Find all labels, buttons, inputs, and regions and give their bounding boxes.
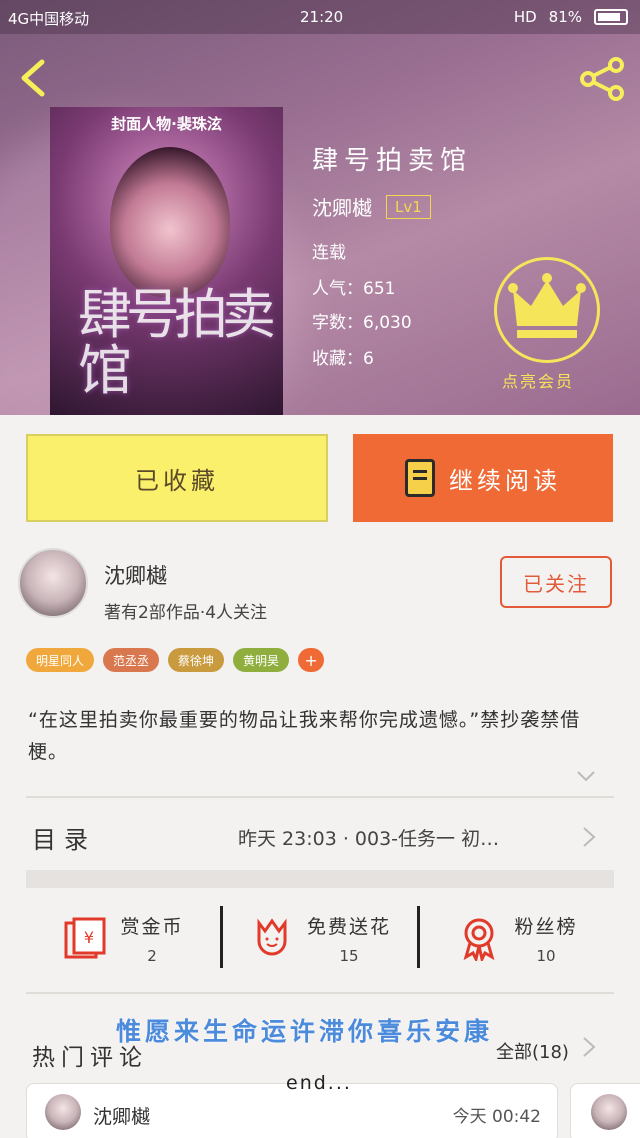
- fan-ranking[interactable]: 粉丝榜 10: [420, 900, 614, 976]
- cover-title: 肆号拍卖馆: [78, 283, 276, 402]
- divider: [26, 992, 614, 994]
- back-button[interactable]: [18, 58, 52, 98]
- share-icon: [580, 57, 624, 101]
- chevron-down-icon[interactable]: [576, 766, 596, 786]
- book-description: “在这里拍卖你最重要的物品让我来帮你完成遗憾。”禁抄袭禁借梗。: [28, 709, 581, 763]
- clock: 21:20: [300, 8, 344, 26]
- stat-value: 2: [147, 946, 157, 965]
- latest-chapter: 昨天 23:03 · 003-任务一 初…: [238, 828, 500, 850]
- book-title: 肆号拍卖馆: [312, 146, 473, 176]
- crown-icon: [508, 273, 586, 338]
- end-caption: end...: [286, 1072, 352, 1094]
- cover-portrait: [110, 147, 230, 297]
- comment-card[interactable]: [570, 1083, 640, 1138]
- status-bar: 4G中国移动 21:20 HD 81%: [0, 0, 640, 34]
- vip-button[interactable]: [494, 257, 600, 363]
- stats-row: ¥ 赏金币 2 免费送花 15 粉丝榜 10: [26, 900, 614, 976]
- carrier: 4G中国移动: [8, 10, 90, 28]
- collected-label: 已收藏: [135, 466, 219, 495]
- battery-percent: 81%: [548, 8, 582, 26]
- svg-text:¥: ¥: [84, 928, 94, 947]
- collected-button[interactable]: 已收藏: [26, 434, 328, 522]
- tag[interactable]: 蔡徐坤: [168, 648, 225, 672]
- stat-label: 免费送花: [306, 915, 391, 938]
- share-button[interactable]: [578, 56, 628, 102]
- author-card-name[interactable]: 沈卿樾: [104, 560, 167, 590]
- book-header: 4G中国移动 21:20 HD 81% 封面人物·裴珠泫 肆号拍卖馆 肆号拍卖馆…: [0, 0, 640, 415]
- book-icon: [405, 459, 435, 497]
- stat-label: 赏金币: [120, 915, 184, 938]
- serial-status: 连载: [312, 243, 346, 263]
- continue-reading-label: 继续阅读: [449, 466, 561, 495]
- medal-icon: [464, 918, 495, 961]
- stat-value: 15: [339, 946, 359, 965]
- tag[interactable]: 黄明昊: [233, 648, 290, 672]
- author-name[interactable]: 沈卿樾: [312, 192, 372, 221]
- overlay-caption: 惟愿来生命运许滞你喜乐安康: [116, 1017, 494, 1046]
- status-icons: HD 81%: [514, 8, 628, 26]
- battery-icon: [594, 9, 628, 25]
- vip-label: 点亮会员: [502, 372, 575, 391]
- reward-coins[interactable]: ¥ 赏金币 2: [26, 900, 220, 976]
- cover-caption: 封面人物·裴珠泫: [111, 115, 222, 133]
- author-avatar[interactable]: [18, 548, 88, 618]
- chevron-right-icon[interactable]: [580, 1036, 598, 1058]
- comment-author: 沈卿樾: [93, 1106, 151, 1128]
- comment-avatar[interactable]: [45, 1094, 81, 1130]
- catalog-label: 目录: [32, 826, 96, 854]
- free-flowers[interactable]: 免费送花 15: [223, 900, 417, 976]
- book-cover[interactable]: 封面人物·裴珠泫 肆号拍卖馆: [50, 107, 283, 415]
- section-spacer: [26, 870, 614, 888]
- tag[interactable]: 范丞丞: [103, 648, 160, 672]
- divider: [26, 796, 614, 798]
- follow-label: 已关注: [523, 571, 589, 596]
- hd-badge: HD: [513, 8, 537, 26]
- word-count: 字数：6,030: [312, 313, 412, 333]
- comment-avatar[interactable]: [591, 1094, 627, 1130]
- all-comments-link[interactable]: 全部(18): [496, 1038, 569, 1064]
- follow-button[interactable]: 已关注: [500, 556, 612, 608]
- flower-icon: [257, 918, 287, 956]
- favorites-count: 收藏：6: [312, 349, 374, 369]
- continue-reading-button[interactable]: 继续阅读: [353, 434, 613, 522]
- author-works: 著有2部作品·4人关注: [104, 603, 268, 623]
- popularity: 人气：651: [312, 279, 396, 299]
- stat-value: 10: [536, 946, 556, 965]
- comment-time: 今天 00:42: [452, 1107, 541, 1127]
- red-envelope-icon: ¥: [64, 917, 106, 959]
- tag[interactable]: 明星同人: [26, 648, 95, 672]
- stat-label: 粉丝榜: [514, 915, 578, 938]
- chevron-left-icon: [21, 59, 45, 97]
- level-badge: Lv1: [386, 194, 431, 219]
- chevron-right-icon: [583, 827, 596, 847]
- tag-list: 明星同人 范丞丞 蔡徐坤 黄明昊 +: [26, 648, 325, 672]
- add-tag-button[interactable]: +: [298, 648, 325, 672]
- author-row: 沈卿樾 Lv1: [312, 192, 431, 221]
